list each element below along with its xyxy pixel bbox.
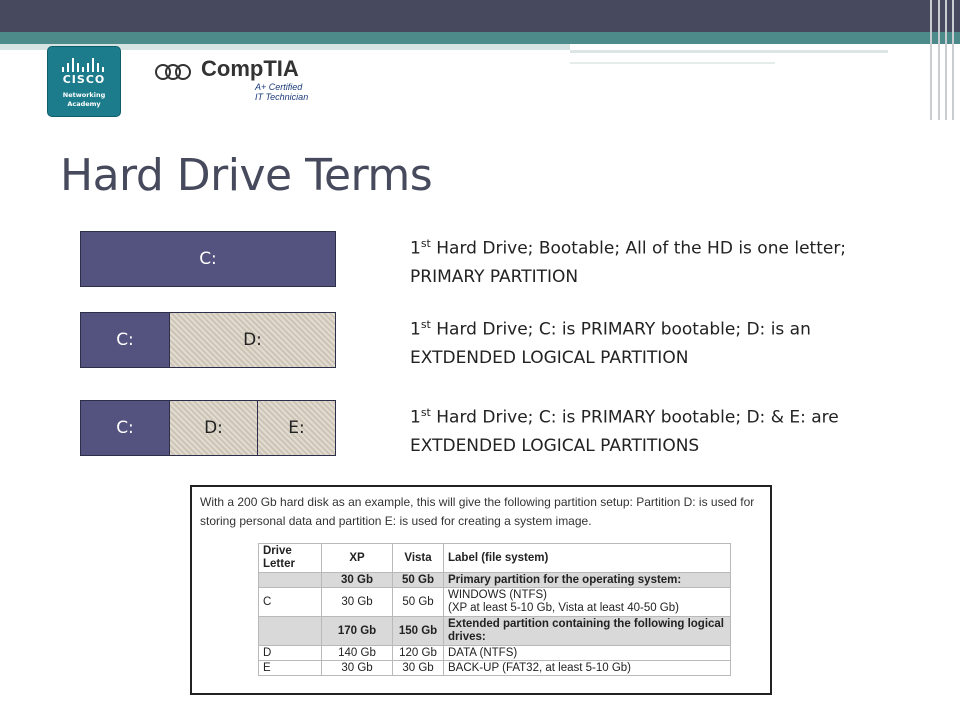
header-vista: Vista <box>392 543 444 573</box>
table-row: C 30 Gb 50 Gb WINDOWS (NTFS) (XP at least… <box>258 587 731 617</box>
comptia-logo: CompTIA A+ Certified IT Technician <box>155 56 315 106</box>
cisco-networking-academy-logo: CISCO Networking Academy <box>48 47 120 116</box>
decorative-line <box>570 50 888 53</box>
page-title: Hard Drive Terms <box>60 150 433 201</box>
drive-bar-2: C: D: <box>80 312 336 368</box>
drive-segment-e: E: <box>257 401 335 455</box>
comptia-word: CompTIA <box>201 56 299 81</box>
table-row: E 30 Gb 30 Gb BACK-UP (FAT32, at least 5… <box>258 660 731 676</box>
header-xp: XP <box>321 543 393 573</box>
header-label: Label (file system) <box>443 543 731 573</box>
partition-table-image: With a 200 Gb hard disk as an example, t… <box>190 485 772 695</box>
table-header-row: Drive Letter XP Vista Label (file system… <box>258 543 731 573</box>
partition-table: Drive Letter XP Vista Label (file system… <box>258 543 731 676</box>
drive-bar-1: C: <box>80 231 336 287</box>
drive-segment-d: D: <box>169 401 257 455</box>
drive-desc-1: 1st Hard Drive; Bootable; All of the HD … <box>410 237 847 287</box>
top-banner-band <box>0 32 960 44</box>
drive-segment-d: D: <box>169 313 335 367</box>
top-banner-right-lines <box>930 0 960 120</box>
comptia-cert: A+ Certified IT Technician <box>255 82 309 102</box>
table-intro-text: With a 200 Gb hard disk as an example, t… <box>200 495 755 528</box>
cisco-bars-icon <box>62 56 106 72</box>
drive-desc-3: 1st Hard Drive; C: is PRIMARY bootable; … <box>410 406 839 456</box>
table-row: D 140 Gb 120 Gb DATA (NTFS) <box>258 645 731 661</box>
table-row: 170 Gb 150 Gb Extended partition contain… <box>258 616 731 646</box>
drive-desc-2: 1st Hard Drive; C: is PRIMARY bootable; … <box>410 318 811 368</box>
table-row: 30 Gb 50 Gb Primary partition for the op… <box>258 572 731 588</box>
comptia-rings-icon <box>155 64 201 80</box>
decorative-line-2 <box>570 62 775 64</box>
drive-segment-c: C: <box>81 313 169 367</box>
drive-bar-3: C: D: E: <box>80 400 336 456</box>
cisco-sub-text: Networking Academy <box>62 91 106 108</box>
drive-segment-c: C: <box>81 232 335 286</box>
cisco-brand-text: CISCO <box>62 73 106 86</box>
drive-segment-c: C: <box>81 401 169 455</box>
header-drive-letter: Drive Letter <box>258 543 322 573</box>
top-banner <box>0 0 960 120</box>
